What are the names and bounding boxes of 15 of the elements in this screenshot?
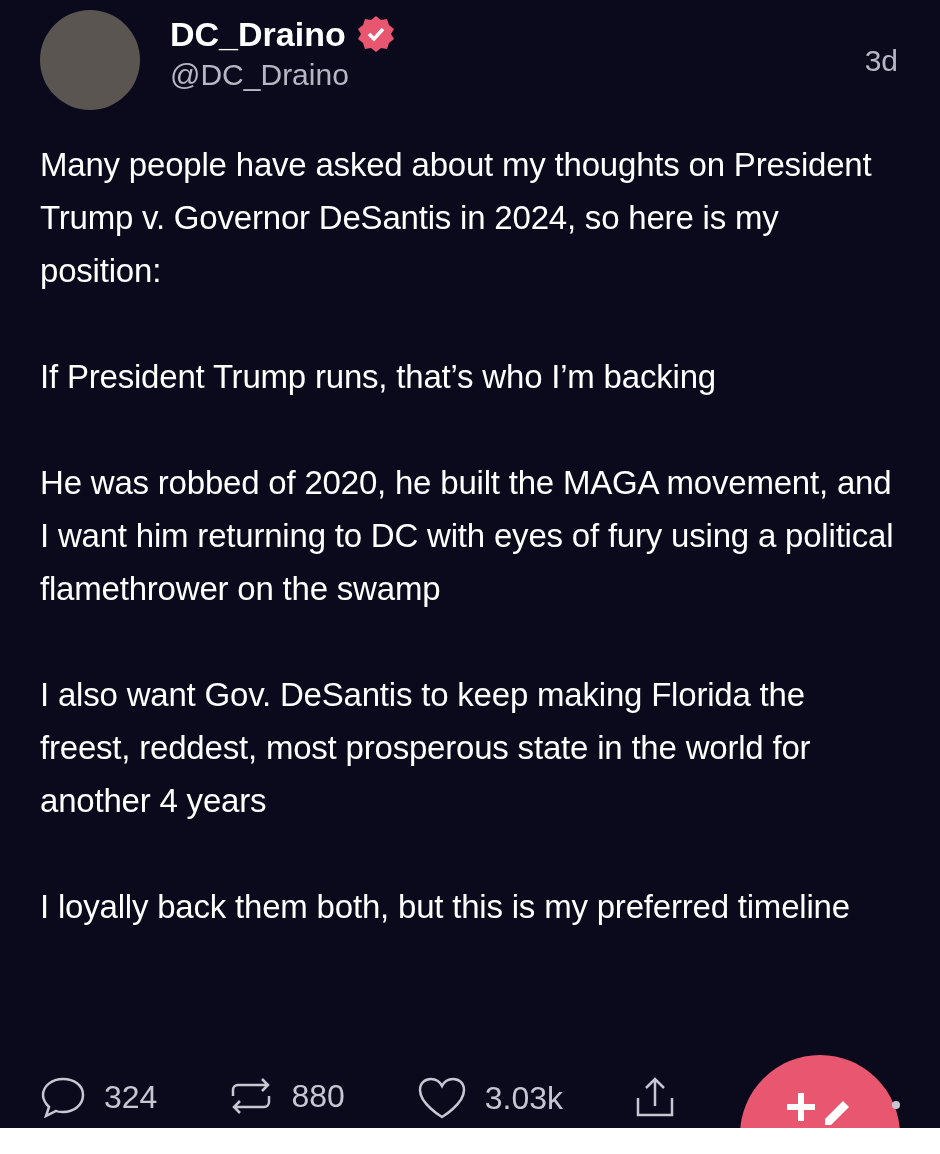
author-name: DC_Draino [170,14,346,54]
post-paragraph: If President Trump runs, that’s who I’m backing [40,357,717,397]
post-time: 3d [864,44,898,78]
more-dot-icon[interactable] [892,1101,900,1109]
reply-icon[interactable] [40,1076,86,1118]
post-paragraph: Many people have asked about my thoughts on President Trump v. Governor DeSantis in 2024, so here is my position: [40,145,873,291]
like-count: 3.03k [484,1079,564,1117]
post-paragraph: I also want Gov. DeSantis to keep making Florida the freest, reddest, most prosperous state in the world for another 4 years [40,675,812,821]
post-paragraph: I loyally back them both, but this is my preferred timeline [40,887,851,927]
heart-icon[interactable] [416,1076,467,1120]
author-handle: @DC_Draino [170,58,350,92]
share-icon[interactable] [635,1076,676,1118]
repost-count: 880 [291,1077,345,1115]
post-paragraph: He was robbed of 2020, he built the MAGA movement, and I want him returning to DC with eyes of fury using a political flamethrower on the swamp [40,463,895,609]
reply-count: 324 [104,1078,158,1116]
